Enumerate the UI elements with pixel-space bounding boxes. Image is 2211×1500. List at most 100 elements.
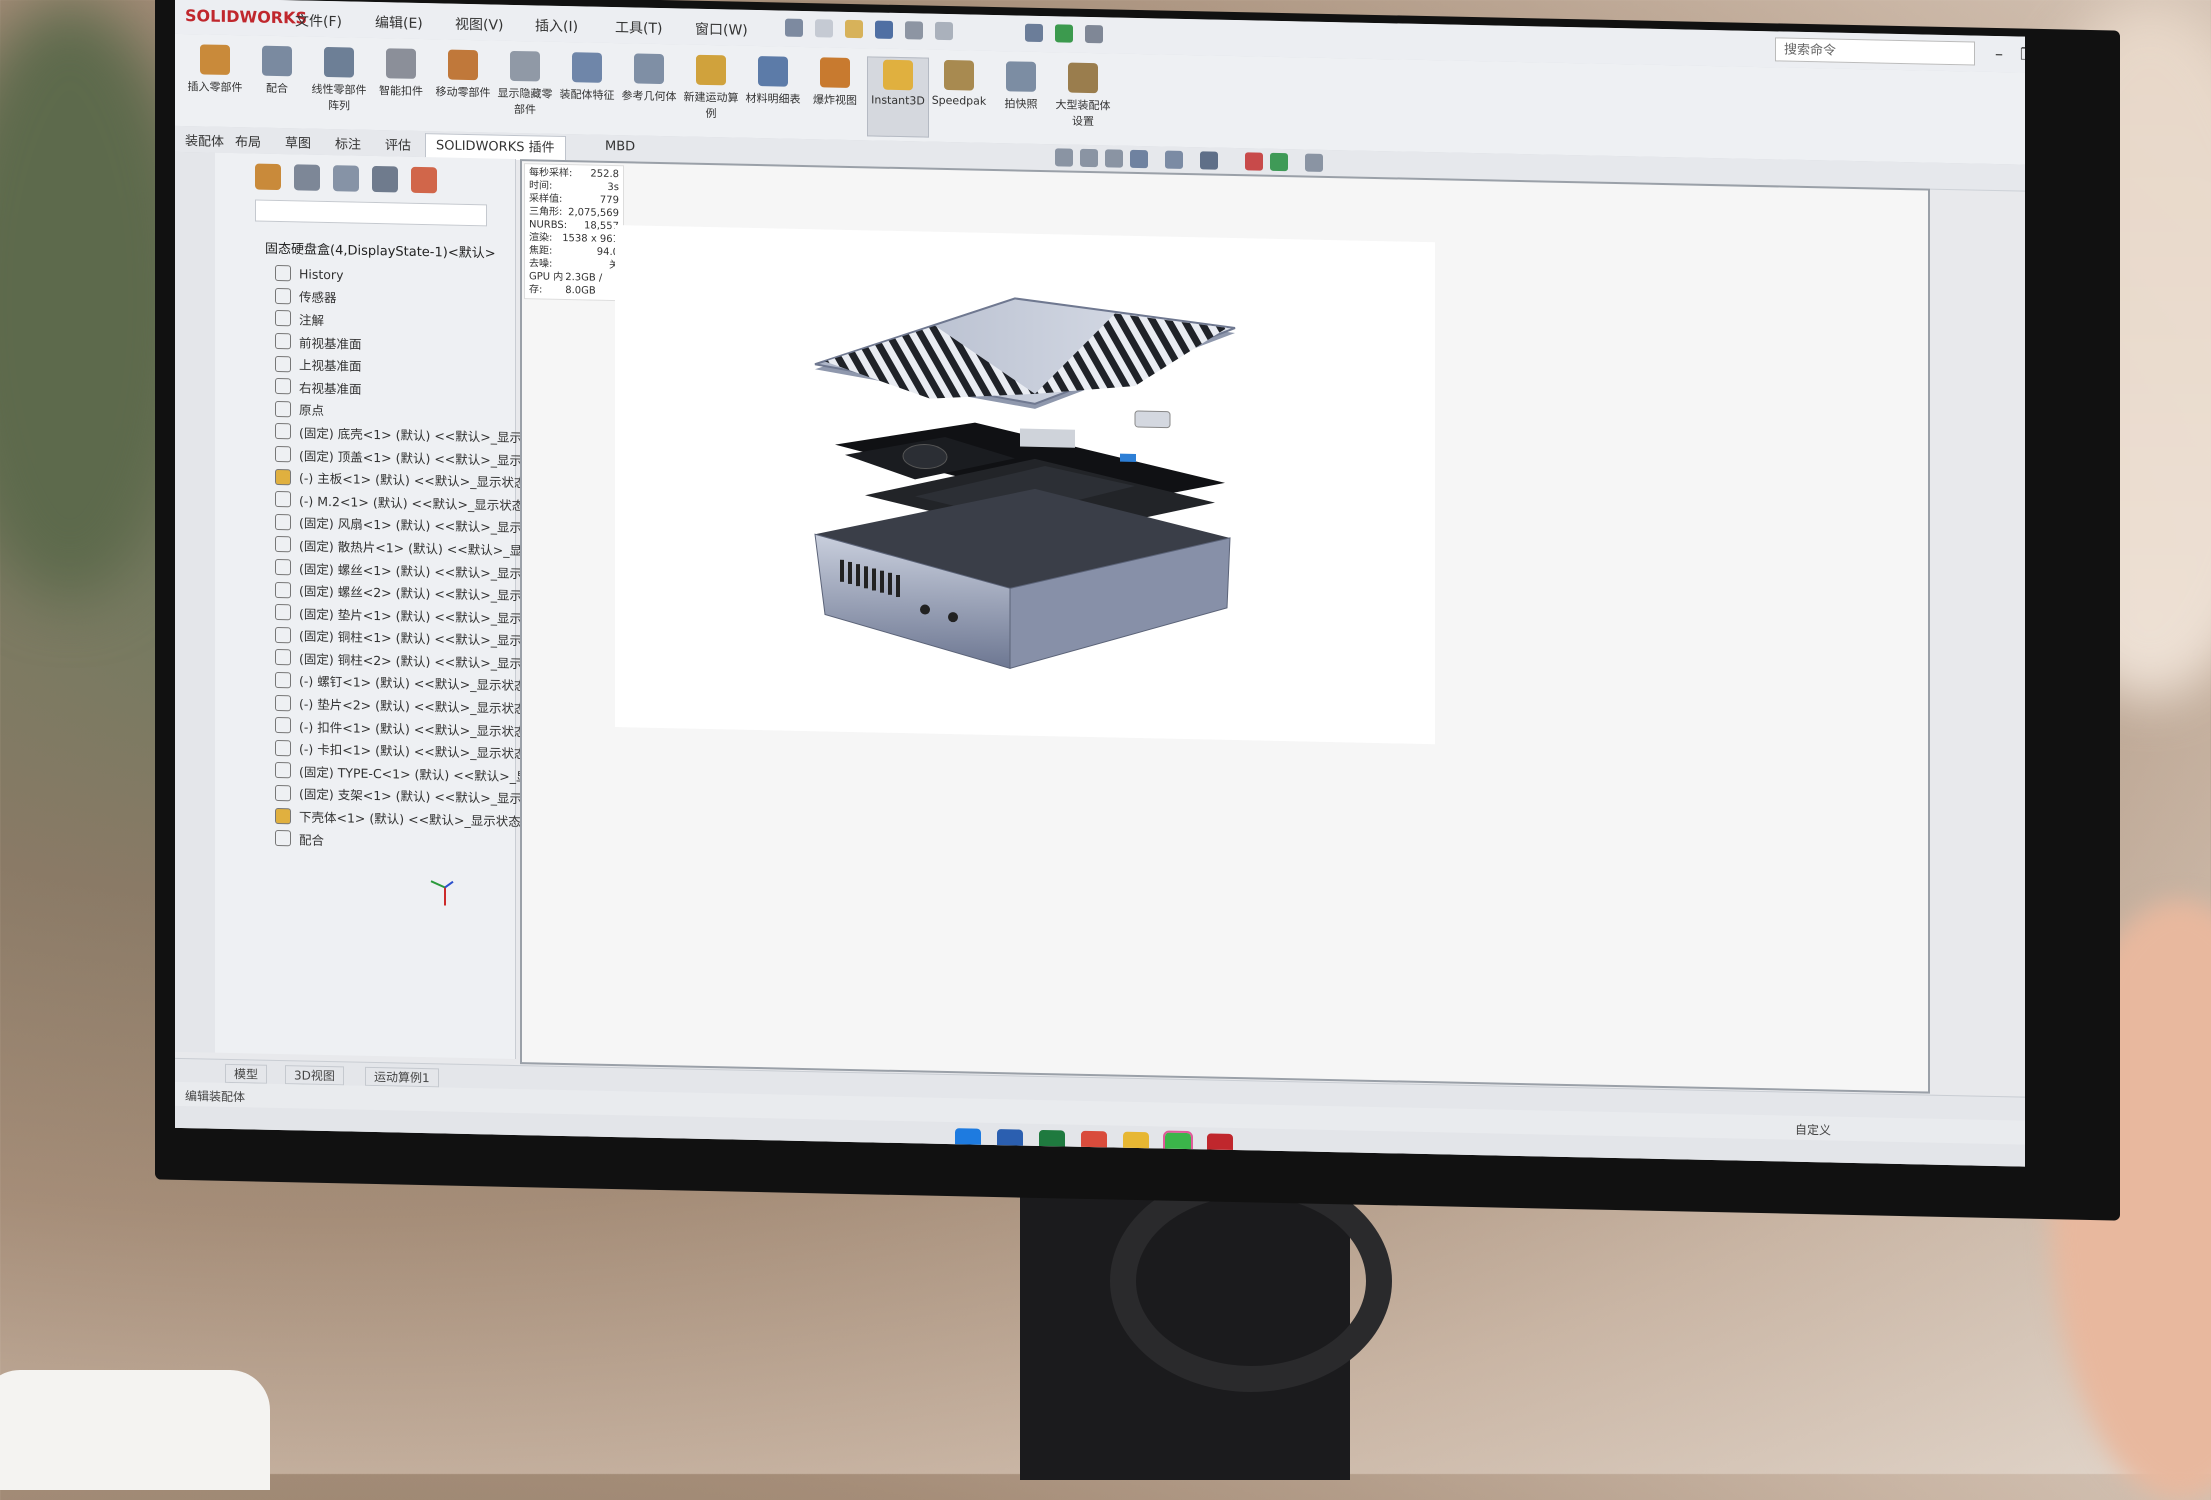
part-icon [275,445,291,463]
status-right[interactable]: 自定义 [1795,1121,1831,1139]
display-manager-tab-icon[interactable] [411,166,438,194]
property-manager-tab-icon[interactable] [294,164,321,191]
excel-icon[interactable] [1039,1129,1065,1157]
monitor: SOLIDWORKS 文件(F) 编辑(E) 视图(V) 插入(I) 工具(T)… [155,0,2120,1221]
menu-edit[interactable]: 编辑(E) [375,12,423,33]
restore-button[interactable]: ❐ [2020,44,2025,63]
minimize-button[interactable]: – [1995,44,2003,63]
view-settings-icon[interactable] [1305,153,1323,172]
part-icon [275,671,291,689]
subassembly-icon [275,807,291,824]
graphics-area[interactable]: 每秒采样: 252.8 时间: 3s 采样值: 779 三角形: 2,075,569 N… [520,159,1930,1094]
appearance-icon[interactable] [1245,152,1263,171]
ribbon-motion-study[interactable]: 新建运动算例 [681,52,741,131]
menu-tools[interactable]: 工具(T) [615,17,662,38]
rebuild-icon[interactable] [1055,24,1073,43]
undo-icon[interactable] [935,21,953,41]
print-icon[interactable] [905,21,923,40]
large-assembly-icon [1068,62,1098,94]
open-icon[interactable] [845,19,863,39]
ribbon-snapshot[interactable]: 拍快照 [991,59,1051,138]
section-view-icon[interactable] [1130,149,1148,169]
ribbon-move-component[interactable]: 移动零部件 [433,47,493,126]
search-input[interactable]: 搜索命令 [1775,37,1975,66]
left-icon-strip [175,151,215,1053]
annotation-icon [275,310,291,327]
coffee-cup [0,1370,270,1490]
tab-layout[interactable]: 布局 [225,131,271,151]
view-orientation-icon[interactable] [1165,150,1183,169]
render-stats-panel: 每秒采样: 252.8 时间: 3s 采样值: 779 三角形: 2,075,569 N… [524,163,624,302]
origin-icon [275,400,291,418]
tab-evaluate[interactable]: 评估 [375,134,421,154]
part-icon [275,513,291,531]
tab-mbd[interactable]: MBD [595,139,645,155]
mate-icon [262,45,292,77]
screen: SOLIDWORKS 文件(F) 编辑(E) 视图(V) 插入(I) 工具(T)… [175,0,2025,1167]
part-icon [275,694,291,711]
save-icon[interactable] [875,20,893,39]
tab-3d-views[interactable]: 3D视图 [285,1065,344,1086]
menu-insert[interactable]: 插入(I) [535,15,578,36]
part-icon [275,739,291,757]
ribbon-show-hidden[interactable]: 显示隐藏零部件 [495,49,555,128]
plane-icon [275,355,291,372]
menu-view[interactable]: 视图(V) [455,14,504,35]
search-app-icon[interactable] [1081,1130,1107,1158]
ribbon-assembly-features[interactable]: 装配体特征 [557,50,617,129]
ribbon-mate[interactable]: 配合 [247,43,307,122]
heatsink-lid [814,297,1236,409]
select-icon[interactable] [1025,23,1043,43]
mates-icon [275,830,291,847]
feature-manager-tab-icon[interactable] [255,163,281,191]
dimxpert-tab-icon[interactable] [372,165,399,193]
display-style-icon[interactable] [1200,151,1218,170]
home-icon[interactable] [785,18,803,37]
ribbon-linear-pattern[interactable]: 线性零部件阵列 [309,45,369,124]
exploded-ssd-enclosure-model [814,297,1236,669]
snapshot-icon [1006,61,1036,92]
plane-icon [275,333,291,350]
tree-tabs [255,163,445,198]
configuration-tab-icon[interactable] [333,165,360,192]
ribbon-exploded-view[interactable]: 爆炸视图 [805,55,865,134]
solidworks-app-icon[interactable] [1207,1133,1233,1161]
start-icon[interactable] [955,1128,981,1155]
file-explorer-icon[interactable] [1123,1131,1149,1159]
ribbon-instant3d[interactable]: Instant3D [867,56,929,138]
ribbon-large-assembly[interactable]: 大型装配体设置 [1053,60,1113,139]
ribbon-smart-fasteners[interactable]: 智能扣件 [371,46,431,125]
smart-fasteners-icon [386,48,416,79]
options-icon[interactable] [1085,24,1103,44]
axis-triad-icon [430,880,454,906]
scene-icon[interactable] [1270,152,1288,172]
history-icon [275,265,291,282]
new-file-icon[interactable] [815,19,833,38]
previous-view-icon[interactable] [1105,149,1123,168]
motion-study-icon [696,54,726,86]
word-icon[interactable] [997,1129,1023,1156]
part-icon [275,581,291,598]
tree-filter-input[interactable] [255,199,487,227]
tab-sketch[interactable]: 草图 [275,132,321,152]
tree-root[interactable]: 固态硬盘盒(4,DisplayState-1)<默认> [265,238,496,262]
menu-window[interactable]: 窗口(W) [695,19,748,40]
zoom-fit-icon[interactable] [1055,148,1073,167]
ribbon-insert-component[interactable]: 插入零部件 [185,42,245,121]
tab-motion-study[interactable]: 运动算例1 [365,1066,439,1088]
render-canvas [615,225,1435,745]
part-icon [275,649,291,666]
tab-markup[interactable]: 标注 [325,133,371,153]
ribbon-bom[interactable]: 材料明细表 [743,54,803,133]
ribbon-speedpak[interactable]: Speedpak [929,58,989,137]
part-icon [275,626,291,644]
wechat-icon[interactable] [1163,1130,1193,1162]
instant3d-icon [883,59,913,91]
bom-icon [758,56,788,87]
part-icon [275,604,291,621]
exploded-view-icon [820,57,850,88]
ribbon-reference-geometry[interactable]: 参考几何体 [619,51,679,130]
menu-file[interactable]: 文件(F) [295,10,342,31]
tab-model[interactable]: 模型 [225,1063,268,1084]
zoom-area-icon[interactable] [1080,148,1098,168]
